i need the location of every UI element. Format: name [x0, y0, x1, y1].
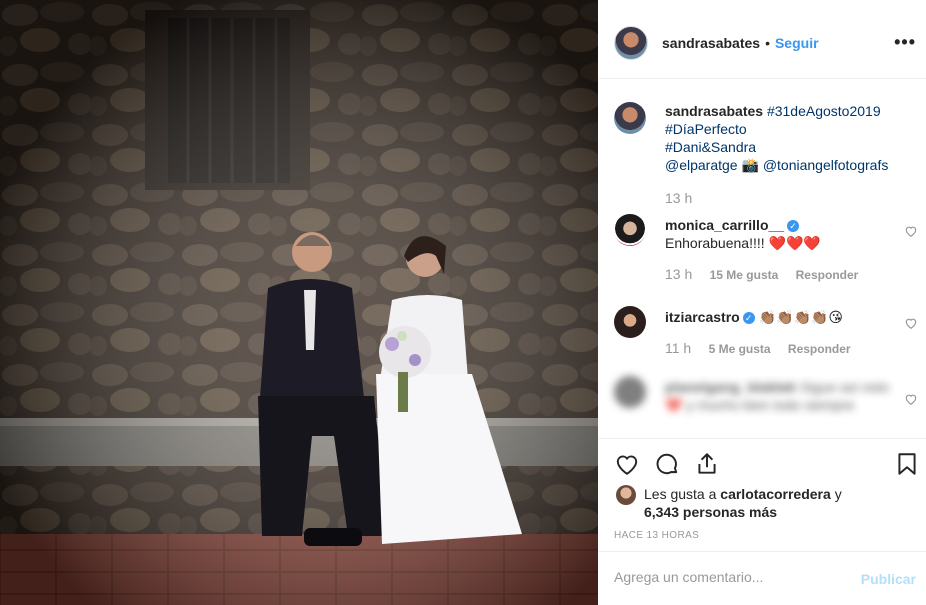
comment-meta: 13 h 15 Me gusta Responder [665, 266, 872, 282]
add-comment-bar: Publicar [598, 551, 926, 605]
heart-icon[interactable] [614, 451, 640, 477]
likes-text: Les gusta a carlotacorredera y 6,343 per… [644, 485, 842, 521]
comment-avatar[interactable] [614, 214, 646, 246]
comment-body: itziarcastro ✓ 👏🏽👏🏽👏🏽👏🏽😘 [665, 308, 901, 326]
comment-like-count[interactable]: 15 Me gusta [710, 268, 779, 282]
heart-icon[interactable] [904, 316, 918, 330]
likes-prefix: Les gusta a [644, 486, 717, 502]
comment-avatar[interactable] [614, 376, 646, 408]
comment-time[interactable]: 13 h [665, 266, 692, 282]
heart-icon[interactable] [904, 392, 918, 406]
comments-list[interactable]: sandrasabates #31deAgosto2019 #DíaPerfec… [598, 80, 926, 437]
comment-time[interactable]: 11 h [665, 340, 691, 356]
post-comment-button[interactable]: Publicar [861, 571, 916, 587]
comment-username[interactable]: planetgang_blablah [665, 379, 796, 395]
caption-body: sandrasabates #31deAgosto2019 #DíaPerfec… [665, 102, 901, 174]
caption-meta: 13 h [665, 190, 706, 206]
share-icon[interactable] [694, 451, 720, 477]
mention-venue[interactable]: @elparatge [665, 157, 738, 173]
bookmark-icon[interactable] [894, 451, 920, 477]
author-avatar[interactable] [614, 26, 648, 60]
verified-icon: ✓ [787, 220, 800, 232]
likes-and: y [834, 486, 842, 502]
likes-summary: Les gusta a carlotacorredera y 6,343 per… [616, 485, 842, 521]
comment-body: planetgang_blablah Sigue así esto ❤️ y m… [665, 378, 901, 414]
post-sidebar: sandrasabates • Seguir ••• sandrasabates… [598, 0, 926, 605]
liker-avatar[interactable] [616, 485, 636, 505]
comment-icon[interactable] [654, 451, 680, 477]
comment-text: Enhorabuena!!!! ❤️❤️❤️ [665, 235, 821, 251]
comment-like-count[interactable]: 5 Me gusta [709, 342, 771, 356]
hashtag-date[interactable]: #31deAgosto2019 [767, 103, 881, 119]
caption-username[interactable]: sandrasabates [665, 103, 763, 119]
comment-body: monica_carrillo__ ✓ Enhorabuena!!!! ❤️❤️❤… [665, 216, 901, 252]
hashtag-perfect-day[interactable]: #DíaPerfecto [665, 121, 747, 137]
post-header: sandrasabates • Seguir ••• [598, 8, 926, 79]
caption-avatar[interactable] [614, 102, 646, 134]
caption-time[interactable]: 13 h [665, 190, 692, 206]
comment-avatar[interactable] [614, 306, 646, 338]
heart-icon[interactable] [904, 224, 918, 238]
likes-user[interactable]: carlotacorredera [720, 486, 831, 502]
comment-text: 👏🏽👏🏽👏🏽👏🏽😘 [758, 309, 843, 325]
post-time-ago[interactable]: HACE 13 HORAS [614, 530, 699, 541]
mention-photographer[interactable]: @toniangelfotografs [763, 157, 889, 173]
likes-count[interactable]: 6,343 personas más [644, 504, 777, 520]
post-actions: Les gusta a carlotacorredera y 6,343 per… [598, 438, 926, 551]
author-username[interactable]: sandrasabates [662, 35, 760, 51]
post-photo[interactable] [0, 0, 598, 605]
comment-input[interactable] [614, 569, 844, 585]
verified-icon: ✓ [742, 312, 755, 324]
comment-username[interactable]: itziarcastro [665, 309, 740, 325]
more-options-icon[interactable]: ••• [894, 32, 916, 53]
follow-button[interactable]: Seguir [775, 35, 819, 51]
comment-meta: 11 h 5 Me gusta Responder [665, 340, 865, 356]
reply-button[interactable]: Responder [788, 342, 851, 356]
wedding-photo-illustration [0, 0, 598, 605]
header-separator: • [765, 35, 770, 51]
comment-username[interactable]: monica_carrillo__ [665, 217, 784, 233]
hashtag-names[interactable]: #Dani&Sandra [665, 139, 756, 155]
reply-button[interactable]: Responder [796, 268, 859, 282]
camera-emoji: 📸 [741, 157, 759, 173]
